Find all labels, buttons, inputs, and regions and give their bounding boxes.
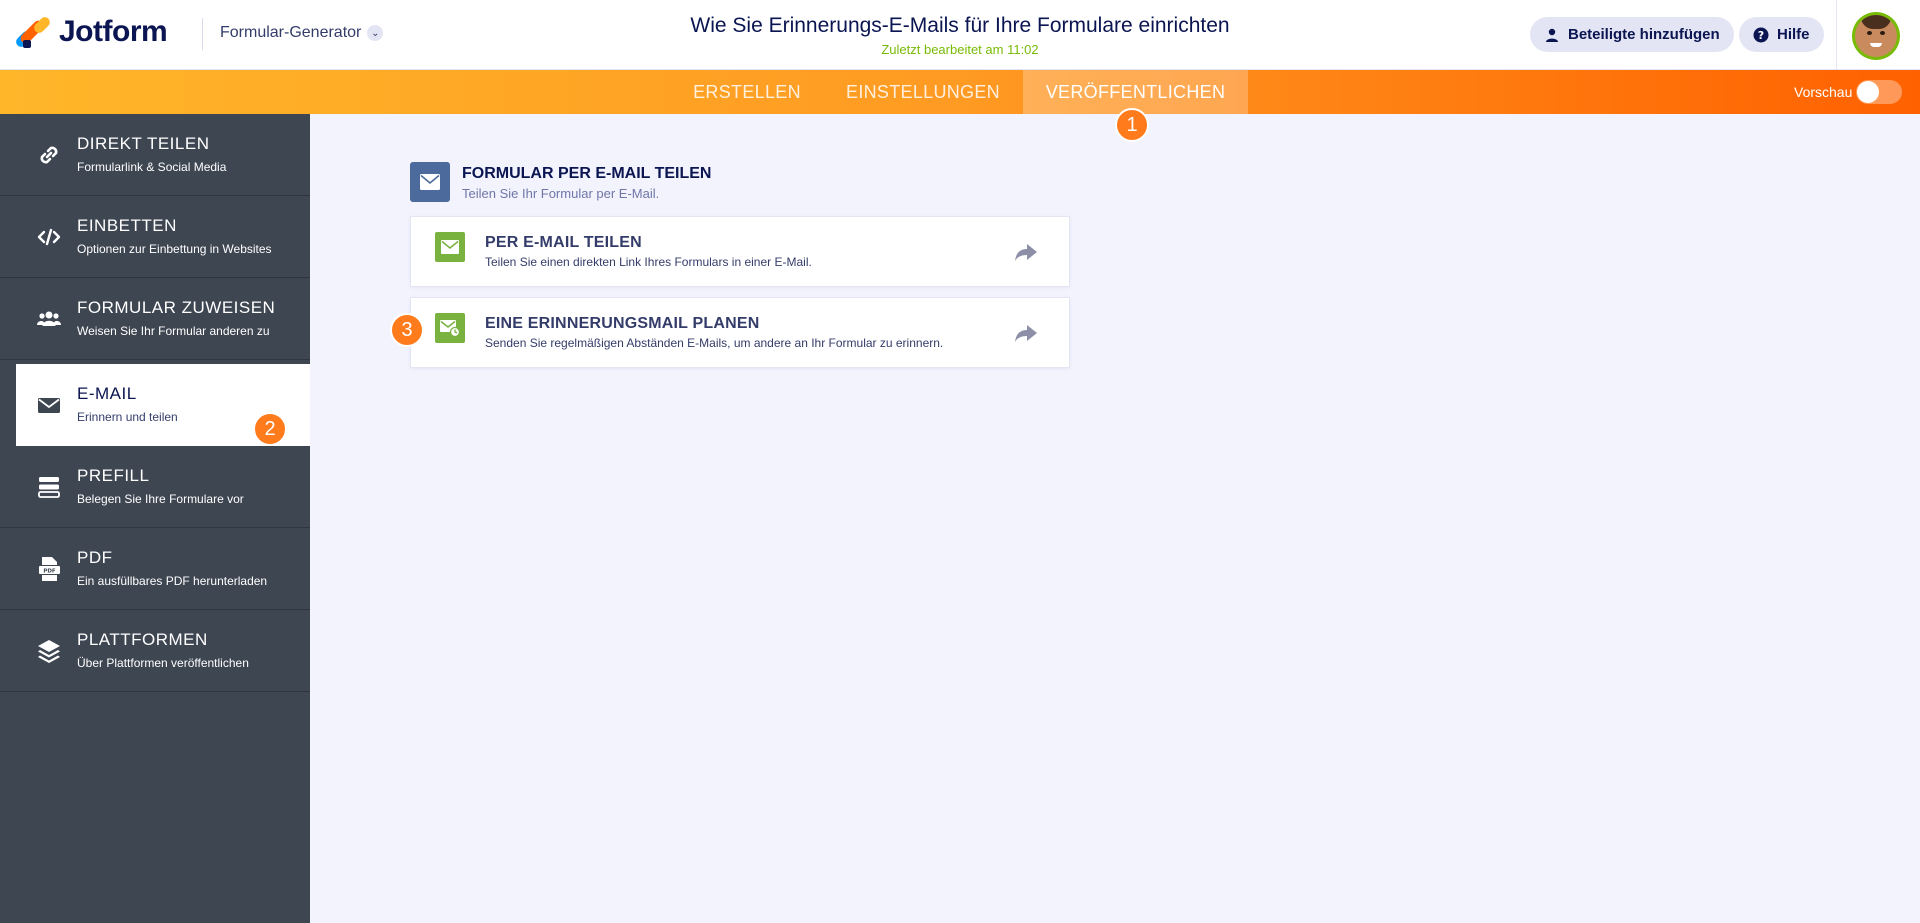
top-header: Jotform Formular-Generator ⌄ Wie Sie Eri… bbox=[0, 0, 1920, 70]
sidebar-item-title: PREFILL bbox=[77, 466, 150, 485]
last-edited-status: Zuletzt bearbeitet am 11:02 bbox=[881, 42, 1039, 57]
envelope-icon bbox=[441, 240, 459, 254]
card-title: PER E-MAIL TEILEN bbox=[485, 234, 642, 251]
reminder-card-icon bbox=[435, 313, 465, 343]
svg-text:PDF: PDF bbox=[43, 569, 56, 575]
help-icon: ? bbox=[1753, 27, 1769, 42]
email-section-icon bbox=[410, 162, 450, 202]
step-badge-2: 2 bbox=[253, 412, 287, 446]
card-title: EINE ERINNERUNGSMAIL PLANEN bbox=[485, 315, 760, 332]
sidebar-item-title: E-MAIL bbox=[77, 384, 137, 403]
sidebar-item-title: PDF bbox=[77, 548, 113, 567]
preview-toggle[interactable] bbox=[1856, 80, 1902, 104]
sidebar-item-direkt-teilen[interactable]: DIREKT TEILEN Formularlink & Social Medi… bbox=[0, 114, 310, 196]
section-subtitle: Teilen Sie Ihr Formular per E-Mail. bbox=[462, 186, 660, 201]
tab-einstellungen[interactable]: EINSTELLUNGEN bbox=[828, 70, 1018, 114]
toggle-knob bbox=[1857, 81, 1879, 103]
page-title[interactable]: Wie Sie Erinnerungs-E-Mails für Ihre For… bbox=[560, 14, 1360, 38]
step-badge-3: 3 bbox=[390, 313, 424, 347]
sidebar-item-subtitle: Formularlink & Social Media bbox=[77, 160, 227, 174]
generator-dropdown[interactable]: Formular-Generator ⌄ bbox=[220, 24, 384, 42]
card-subtitle: Senden Sie regelmäßigen Abständen E-Mail… bbox=[485, 336, 944, 350]
sidebar-item-plattformen[interactable]: PLATTFORMEN Über Plattformen veröffentli… bbox=[0, 610, 310, 692]
section-title: FORMULAR PER E-MAIL TEILEN bbox=[462, 165, 712, 182]
preview-label: Vorschau bbox=[1794, 84, 1853, 100]
sidebar-item-subtitle: Erinnern und teilen bbox=[77, 410, 178, 424]
sidebar-item-pdf[interactable]: PDF PDF Ein ausfüllbares PDF herunterlad… bbox=[0, 528, 310, 610]
code-icon bbox=[37, 228, 61, 246]
header-divider bbox=[202, 18, 203, 50]
jotform-logo[interactable]: Jotform bbox=[14, 15, 168, 49]
step-badge-1: 1 bbox=[1115, 108, 1149, 142]
pdf-icon: PDF bbox=[39, 557, 60, 581]
sidebar-item-title: EINBETTEN bbox=[77, 216, 177, 235]
envelope-icon bbox=[38, 398, 60, 413]
sidebar-item-title: PLATTFORMEN bbox=[77, 630, 208, 649]
layers-icon bbox=[38, 640, 60, 663]
sidebar-item-title: FORMULAR ZUWEISEN bbox=[77, 298, 276, 317]
avatar-photo bbox=[1855, 15, 1897, 57]
svg-text:?: ? bbox=[1758, 29, 1764, 42]
envelope-icon bbox=[420, 174, 440, 190]
card-subtitle: Teilen Sie einen direkten Link Ihres For… bbox=[485, 255, 812, 269]
brand-name: Jotform bbox=[59, 15, 168, 48]
add-participants-button[interactable]: Beteiligte hinzufügen bbox=[1530, 17, 1734, 52]
sidebar-item-prefill[interactable]: PREFILL Belegen Sie Ihre Formulare vor bbox=[0, 446, 310, 528]
sidebar-item-subtitle: Weisen Sie Ihr Formular anderen zu bbox=[77, 324, 270, 338]
sidebar-item-title: DIREKT TEILEN bbox=[77, 134, 210, 153]
sidebar-item-formular-zuweisen[interactable]: FORMULAR ZUWEISEN Weisen Sie Ihr Formula… bbox=[0, 278, 310, 360]
avatar[interactable] bbox=[1852, 12, 1900, 60]
sidebar-item-einbetten[interactable]: EINBETTEN Optionen zur Einbettung in Web… bbox=[0, 196, 310, 278]
envelope-clock-icon bbox=[440, 320, 460, 337]
help-button[interactable]: ? Hilfe bbox=[1739, 17, 1824, 52]
sidebar-item-subtitle: Über Plattformen veröffentlichen bbox=[77, 656, 249, 670]
users-icon bbox=[37, 311, 61, 326]
add-participants-label: Beteiligte hinzufügen bbox=[1568, 26, 1720, 43]
share-arrow-icon bbox=[1015, 325, 1037, 342]
link-icon bbox=[40, 146, 58, 164]
prefill-icon bbox=[38, 477, 60, 498]
help-label: Hilfe bbox=[1777, 26, 1810, 43]
share-arrow-icon bbox=[1015, 244, 1037, 261]
tab-erstellen[interactable]: ERSTELLEN bbox=[676, 70, 818, 114]
sidebar-item-subtitle: Ein ausfüllbares PDF herunterladen bbox=[77, 574, 268, 588]
user-icon bbox=[1546, 28, 1558, 42]
sidebar-item-subtitle: Belegen Sie Ihre Formulare vor bbox=[77, 492, 244, 506]
chevron-down-icon: ⌄ bbox=[367, 25, 384, 41]
publish-sidebar: DIREKT TEILEN Formularlink & Social Medi… bbox=[0, 114, 310, 923]
jotform-logo-icon bbox=[14, 15, 52, 49]
sidebar-item-subtitle: Optionen zur Einbettung in Websites bbox=[77, 242, 272, 256]
email-card-icon bbox=[435, 232, 465, 262]
schedule-reminder-card[interactable]: EINE ERINNERUNGSMAIL PLANEN Senden Sie r… bbox=[410, 297, 1070, 368]
generator-label: Formular-Generator bbox=[220, 24, 362, 41]
avatar-divider bbox=[1836, 0, 1837, 70]
share-by-email-card[interactable]: PER E-MAIL TEILEN Teilen Sie einen direk… bbox=[410, 216, 1070, 287]
